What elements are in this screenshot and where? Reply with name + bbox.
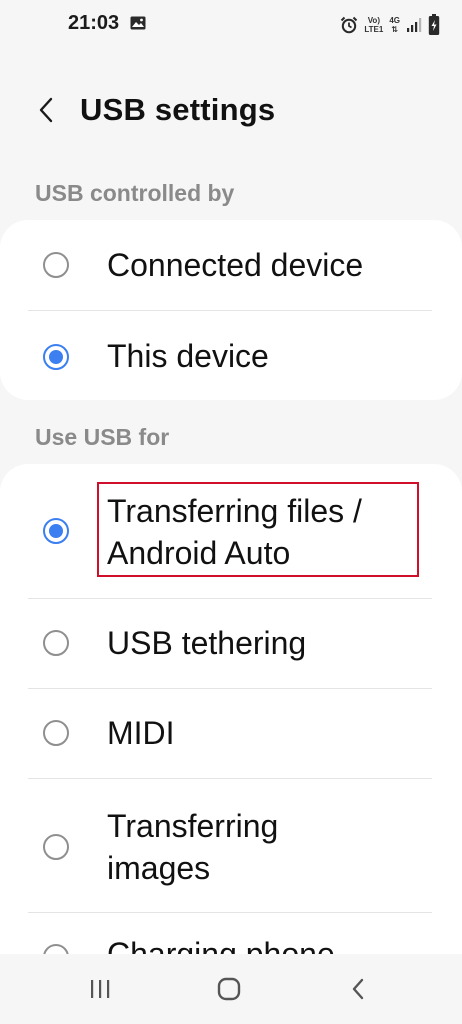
back-nav-button[interactable] — [336, 972, 380, 1006]
back-button[interactable] — [26, 90, 66, 130]
signal-icon — [407, 18, 422, 32]
page-title: USB settings — [80, 92, 276, 127]
option-label: MIDI — [107, 715, 175, 751]
option-label-line1: Transferring — [107, 808, 279, 844]
status-time: 21:03 — [68, 12, 120, 34]
option-this-device[interactable]: This device — [0, 311, 462, 400]
alarm-icon — [341, 16, 358, 34]
highlight-box — [97, 482, 419, 577]
app-header: USB settings — [0, 80, 462, 144]
section-header-usb-controlled-by: USB controlled by — [35, 180, 235, 206]
radio-this-device[interactable] — [43, 344, 69, 370]
usb-settings-screen: 21:03 Vo) LTE1 4G ⇅ USB settings USB con… — [0, 0, 462, 1024]
usb-controlled-by-card: Connected device This device — [0, 220, 462, 400]
chevron-left-icon — [39, 97, 53, 123]
data-arrows-icon: ⇅ — [391, 25, 399, 34]
radio-usb-tethering[interactable] — [43, 630, 69, 656]
volte-indicator: Vo) LTE1 — [364, 16, 384, 34]
option-midi[interactable]: MIDI — [0, 689, 462, 778]
section-header-use-usb-for: Use USB for — [35, 424, 170, 450]
gallery-icon — [130, 16, 146, 30]
recents-button[interactable] — [78, 972, 122, 1006]
recents-icon — [91, 980, 110, 998]
option-label: USB tethering — [107, 625, 307, 661]
back-nav-icon — [352, 978, 364, 1000]
status-icons: Vo) LTE1 4G ⇅ — [340, 12, 440, 38]
radio-transferring-images[interactable] — [43, 834, 69, 860]
radio-midi[interactable] — [43, 720, 69, 746]
home-icon — [217, 977, 241, 1001]
option-label: This device — [107, 338, 269, 374]
option-usb-tethering[interactable]: USB tethering — [0, 599, 462, 688]
option-transferring-images[interactable]: Transferring images — [0, 779, 462, 912]
option-label: Connected device — [107, 247, 364, 283]
radio-transferring-files[interactable] — [43, 518, 69, 544]
home-button[interactable] — [207, 972, 251, 1006]
network-type-indicator: 4G ⇅ — [389, 16, 400, 34]
battery-icon — [428, 14, 440, 35]
option-connected-device[interactable]: Connected device — [0, 220, 462, 310]
radio-connected-device[interactable] — [43, 252, 69, 278]
navigation-bar — [0, 954, 462, 1024]
status-bar: 21:03 Vo) LTE1 4G ⇅ — [0, 0, 462, 50]
option-label-line2: images — [107, 850, 211, 886]
